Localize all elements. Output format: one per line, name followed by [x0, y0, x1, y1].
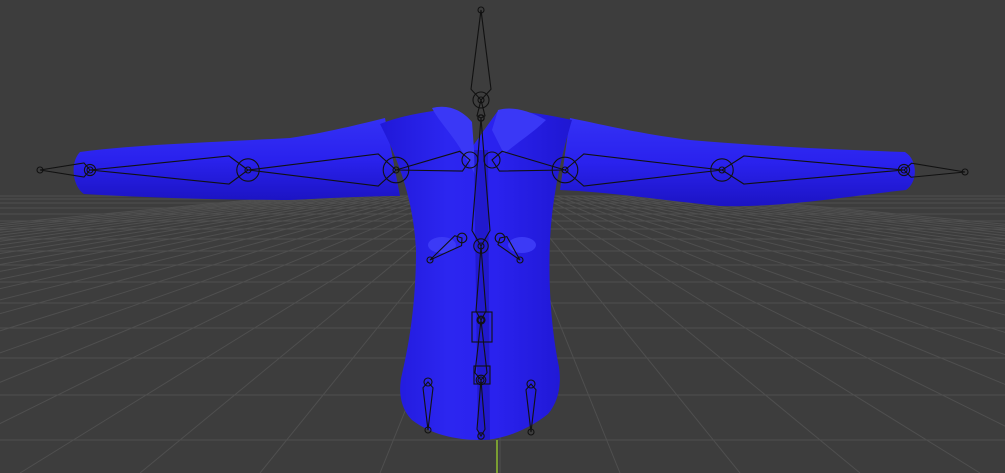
3d-viewport[interactable] [0, 0, 1005, 473]
grid-line [523, 195, 861, 473]
grid-line [0, 195, 445, 354]
grid-line [19, 195, 469, 473]
grid-line [667, 195, 1005, 237]
grid-line [0, 195, 437, 332]
bone-head[interactable] [470, 6, 492, 109]
grid-line [0, 195, 293, 225]
grid-line [0, 195, 421, 301]
right-pocket-shade [508, 237, 536, 253]
grid-line [651, 195, 1005, 243]
grid-line [531, 195, 981, 473]
viewport-canvas[interactable] [0, 0, 1005, 473]
grid-line [675, 195, 1005, 234]
shirt-mesh[interactable] [73, 106, 915, 440]
grid-line [707, 195, 1005, 225]
grid-line [0, 195, 429, 315]
grid-line [0, 195, 317, 231]
grid-line [0, 195, 405, 280]
grid-line [0, 195, 389, 266]
grid-line [571, 195, 1005, 316]
grid-line [579, 195, 1005, 302]
grid-line [563, 195, 1005, 333]
grid-line [0, 195, 461, 425]
grid-line [659, 195, 1005, 240]
left-sleeve[interactable] [73, 118, 400, 200]
grid-line [547, 195, 1005, 385]
bone-shape[interactable] [470, 9, 492, 101]
grid-line [699, 195, 1005, 227]
right-sleeve[interactable] [560, 118, 915, 207]
grid-line [0, 195, 333, 236]
grid-line [0, 195, 397, 272]
